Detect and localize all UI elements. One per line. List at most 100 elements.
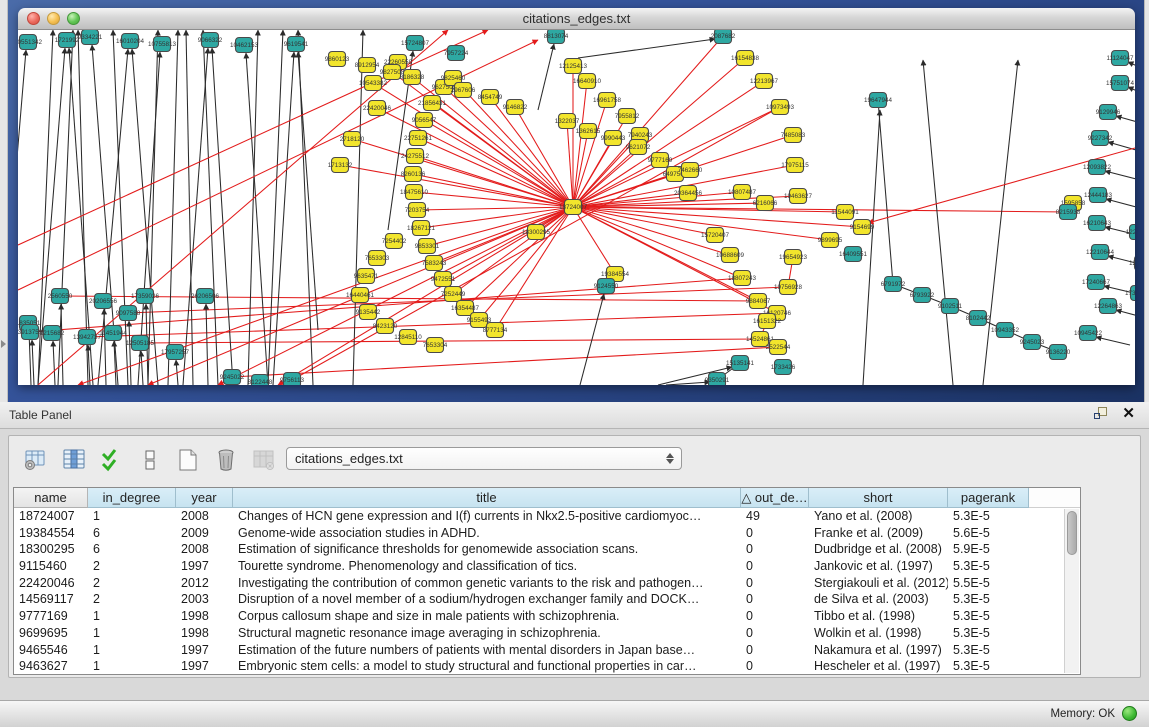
graph-node[interactable]: 21856431: [418, 96, 447, 111]
table-cell[interactable]: 5.3E-5: [948, 558, 1029, 575]
graph-node[interactable]: 1227047: [1126, 225, 1135, 240]
table-cell[interactable]: 2012: [176, 575, 233, 592]
column-header-pagerank[interactable]: pagerank: [948, 488, 1029, 508]
table-cell[interactable]: 0: [741, 591, 809, 608]
table-cell[interactable]: Nakamura et al. (1997): [809, 642, 948, 659]
table-cell[interactable]: 2008: [176, 541, 233, 558]
table-cell[interactable]: 6: [88, 541, 176, 558]
graph-node[interactable]: 26206506: [191, 289, 220, 304]
graph-node[interactable]: 9129946: [1096, 105, 1121, 120]
table-cell[interactable]: 9699695: [14, 625, 88, 642]
table-cell[interactable]: 0: [741, 642, 809, 659]
graph-node[interactable]: 10755813: [148, 37, 177, 52]
graph-node[interactable]: 22751261: [404, 131, 433, 146]
graph-node[interactable]: 6216066: [753, 196, 778, 211]
graph-node[interactable]: 1721992: [55, 33, 80, 48]
graph-node[interactable]: 17975115: [781, 158, 809, 173]
table-settings-icon[interactable]: [23, 447, 49, 473]
network-canvas[interactable]: 1872400718300295962750921856431905654722…: [18, 30, 1135, 385]
graph-node[interactable]: 1713132: [328, 158, 353, 173]
table-cell[interactable]: 0: [741, 608, 809, 625]
column-header-year[interactable]: year: [176, 488, 233, 508]
graph-node[interactable]: 9066322: [198, 33, 223, 48]
network-view-window[interactable]: citations_edges.txt 18724007183002959627…: [18, 8, 1135, 385]
graph-node[interactable]: 1733426: [771, 360, 796, 375]
table-cell[interactable]: 0: [741, 575, 809, 592]
graph-node[interactable]: 9227342: [1088, 131, 1113, 146]
graph-node[interactable]: 9756113: [280, 373, 305, 386]
table-cell[interactable]: 0: [741, 625, 809, 642]
graph-node[interactable]: 7254402: [382, 234, 407, 249]
graph-node[interactable]: 9146822: [503, 100, 528, 115]
table-cell[interactable]: 2009: [176, 525, 233, 542]
table-cell[interactable]: 6: [88, 525, 176, 542]
table-cell[interactable]: 0: [741, 541, 809, 558]
graph-node[interactable]: 12125413: [559, 59, 588, 74]
graph-node[interactable]: 18267121: [407, 221, 436, 236]
table-cell[interactable]: 22420046: [14, 575, 88, 592]
table-cell[interactable]: Changes of HCN gene expression and I(f) …: [233, 508, 741, 525]
table-cell[interactable]: Estimation of significance thresholds fo…: [233, 541, 741, 558]
table-cell[interactable]: 5.6E-5: [948, 525, 1029, 542]
graph-node[interactable]: 11544091: [831, 205, 859, 220]
column-header-short[interactable]: short: [809, 488, 948, 508]
table-cell[interactable]: Tourette syndrome. Phenomenology and cla…: [233, 558, 741, 575]
table-cell[interactable]: 0: [741, 658, 809, 675]
table-cell[interactable]: 14569117: [14, 591, 88, 608]
graph-node[interactable]: 16154838: [731, 51, 760, 66]
graph-node[interactable]: 9334221: [78, 30, 103, 45]
graph-node[interactable]: 16409551: [839, 247, 868, 262]
graph-node[interactable]: 17240667: [1082, 275, 1111, 290]
table-row[interactable]: 2242004622012Investigating the contribut…: [14, 575, 1080, 592]
graph-node[interactable]: 8813074: [544, 30, 569, 44]
graph-node[interactable]: 8423120: [373, 319, 398, 334]
graph-node[interactable]: 9899695: [818, 233, 843, 248]
table-cell[interactable]: 1998: [176, 625, 233, 642]
graph-node[interactable]: 2967606: [451, 83, 476, 98]
graph-node[interactable]: 9777169: [648, 153, 673, 168]
column-header-out_de[interactable]: △ out_de…: [741, 488, 809, 508]
graph-node[interactable]: 19463627: [784, 189, 813, 204]
graph-node[interactable]: 7485083: [781, 128, 806, 143]
graph-node[interactable]: 9990443: [601, 131, 626, 146]
graph-node[interactable]: 12264863: [1094, 299, 1123, 314]
table-row[interactable]: 946554611997Estimation of the future num…: [14, 642, 1080, 659]
table-cell[interactable]: 2003: [176, 591, 233, 608]
memory-status-indicator[interactable]: [1122, 706, 1137, 721]
graph-node[interactable]: 15135141: [726, 356, 755, 371]
table-cell[interactable]: 5.3E-5: [948, 608, 1029, 625]
table-cell[interactable]: Corpus callosum shape and size in male p…: [233, 608, 741, 625]
graph-node[interactable]: 9135442: [356, 305, 381, 320]
column-header-in_degree[interactable]: in_degree: [88, 488, 176, 508]
graph-node[interactable]: 12213967: [750, 74, 779, 89]
table-row[interactable]: 969969511998Structural magnetic resonanc…: [14, 625, 1080, 642]
graph-node[interactable]: 6791972: [881, 277, 906, 292]
table-cell[interactable]: 1998: [176, 608, 233, 625]
graph-node[interactable]: 7203754: [405, 203, 430, 218]
table-row[interactable]: 911546021997Tourette syndrome. Phenomeno…: [14, 558, 1080, 575]
show-columns-icon[interactable]: [61, 447, 87, 473]
table-cell[interactable]: 5.3E-5: [948, 642, 1029, 659]
table-row[interactable]: 1456911722003Disruption of a novel membe…: [14, 591, 1080, 608]
table-row[interactable]: 1830029562008Estimation of significance …: [14, 541, 1080, 558]
graph-node[interactable]: 15724807: [401, 36, 430, 51]
table-cell[interactable]: Wolkin et al. (1998): [809, 625, 948, 642]
graph-node[interactable]: 8912954: [355, 58, 380, 73]
table-cell[interactable]: 18724007: [14, 508, 88, 525]
graph-node[interactable]: 10807487: [728, 185, 757, 200]
table-cell[interactable]: Investigating the contribution of common…: [233, 575, 741, 592]
table-cell[interactable]: Jankovic et al. (1997): [809, 558, 948, 575]
graph-node[interactable]: 12210644: [1086, 245, 1115, 260]
table-cell[interactable]: 2008: [176, 508, 233, 525]
graph-node[interactable]: 1322037: [555, 114, 580, 129]
graph-node[interactable]: 10943352: [991, 323, 1020, 338]
table-cell[interactable]: 2: [88, 591, 176, 608]
table-cell[interactable]: 1: [88, 625, 176, 642]
table-cell[interactable]: 19384554: [14, 525, 88, 542]
delete-table-icon[interactable]: [213, 447, 239, 473]
graph-node[interactable]: 15720407: [701, 228, 730, 243]
table-cell[interactable]: 0: [741, 525, 809, 542]
graph-node[interactable]: 2087682: [711, 30, 736, 44]
table-cell[interactable]: Tibbo et al. (1998): [809, 608, 948, 625]
graph-node[interactable]: 16640910: [573, 74, 602, 89]
